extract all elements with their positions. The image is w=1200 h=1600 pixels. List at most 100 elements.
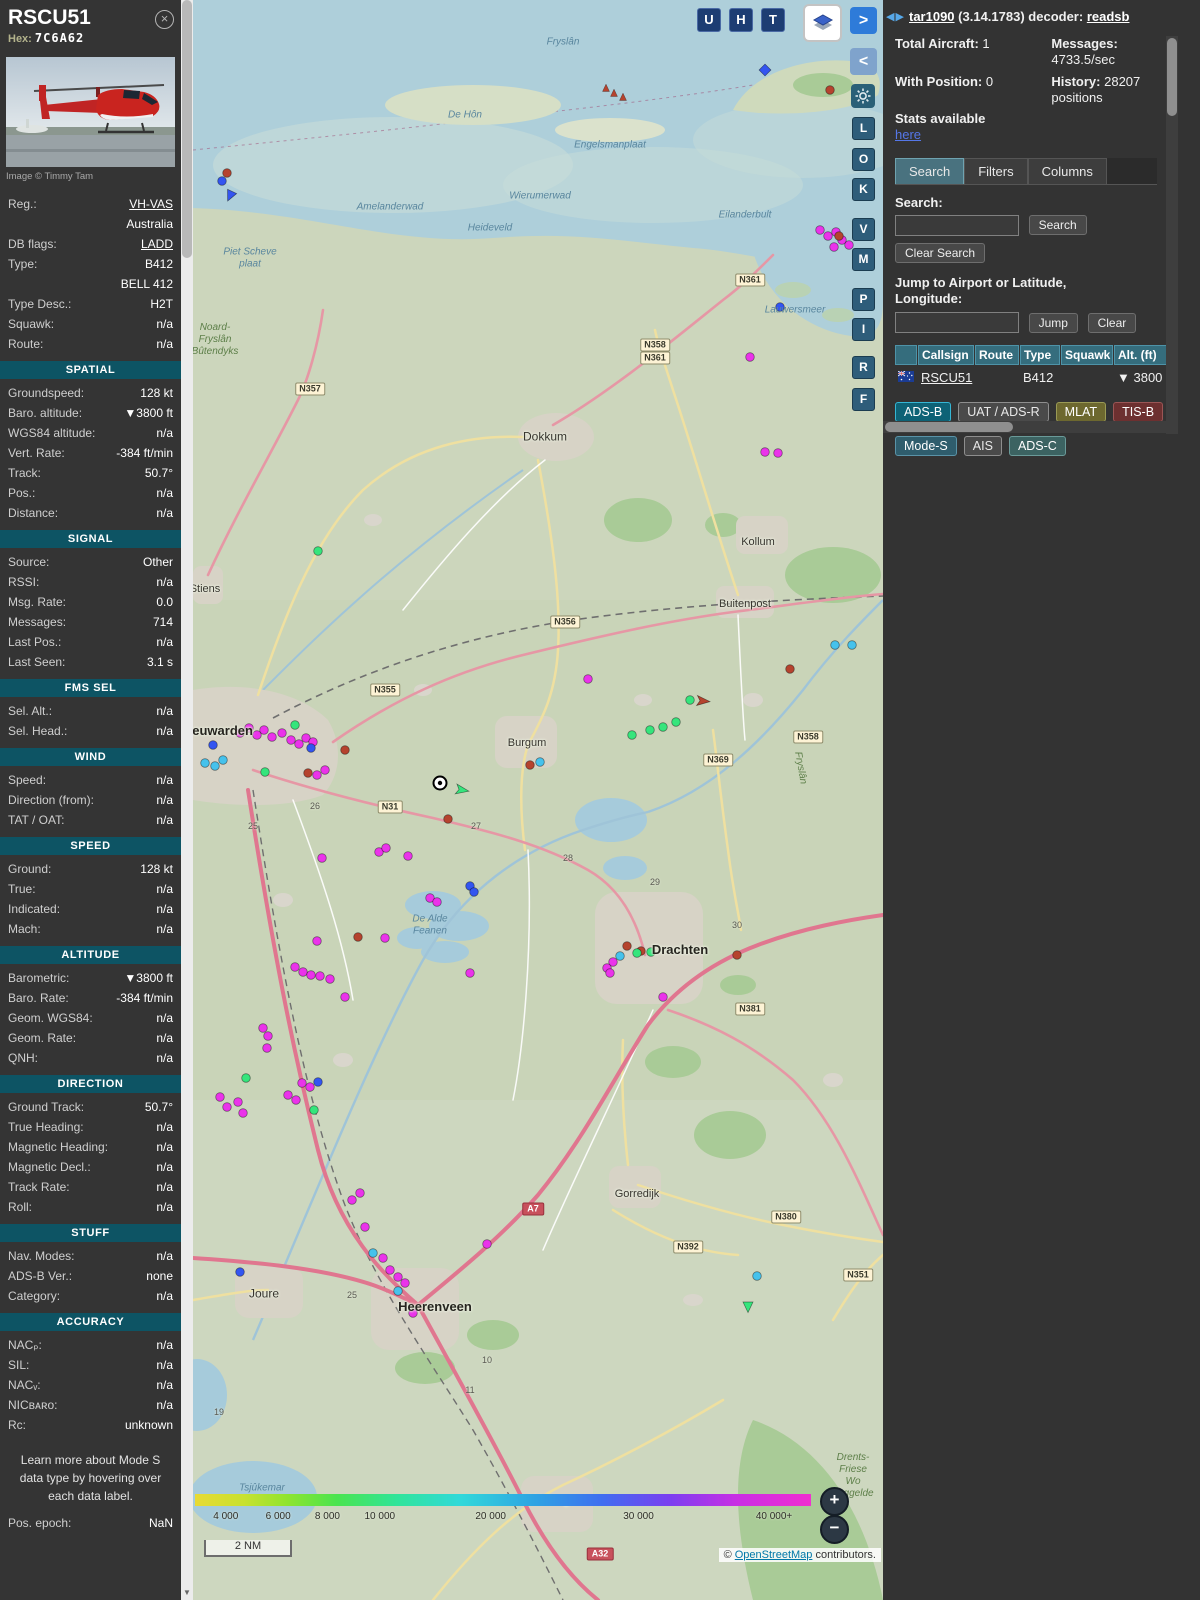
right-panel-hscrollbar[interactable] — [883, 421, 1166, 433]
aircraft-marker[interactable] — [355, 1188, 365, 1198]
next-aircraft-button[interactable]: > — [850, 7, 877, 34]
map-button-t[interactable]: T — [761, 8, 785, 32]
aircraft-marker[interactable] — [283, 1090, 293, 1100]
jump-input[interactable] — [895, 312, 1019, 333]
info-value-link[interactable]: LADD — [141, 236, 173, 252]
right-panel-vscrollbar[interactable] — [1166, 36, 1178, 434]
scrollbar-thumb[interactable] — [182, 0, 192, 258]
aircraft-marker[interactable] — [785, 664, 795, 674]
aircraft-marker[interactable] — [305, 1082, 315, 1092]
map[interactable]: LeeuwardenDokkumKollumBuitenpostStiensBu… — [193, 0, 883, 1600]
map-button-l[interactable]: L — [852, 117, 875, 140]
aircraft-marker[interactable] — [340, 745, 350, 755]
aircraft-marker[interactable] — [235, 728, 245, 738]
aircraft-marker[interactable] — [368, 1248, 378, 1258]
aircraft-marker[interactable] — [671, 717, 681, 727]
aircraft-marker[interactable] — [583, 674, 593, 684]
osm-link[interactable]: OpenStreetMap — [735, 1549, 813, 1561]
zoom-in-button[interactable]: + — [820, 1487, 849, 1516]
aircraft-marker[interactable] — [432, 897, 442, 907]
tab-filters[interactable]: Filters — [964, 157, 1028, 184]
readsb-link[interactable]: readsb — [1087, 9, 1130, 24]
aircraft-marker[interactable] — [535, 757, 545, 767]
filter-ads-c[interactable]: ADS-C — [1008, 436, 1066, 456]
aircraft-marker[interactable] — [303, 768, 313, 778]
aircraft-marker[interactable] — [235, 1267, 245, 1277]
aircraft-marker[interactable] — [627, 730, 637, 740]
aircraft-marker[interactable] — [306, 970, 316, 980]
aircraft-marker[interactable] — [294, 739, 304, 749]
filter-mode-s[interactable]: Mode-S — [895, 436, 957, 456]
aircraft-marker[interactable] — [830, 640, 840, 650]
aircraft-marker[interactable] — [238, 1108, 248, 1118]
aircraft-marker[interactable] — [658, 722, 668, 732]
search-input[interactable] — [895, 214, 1019, 236]
aircraft-marker[interactable] — [267, 732, 277, 742]
zoom-out-button[interactable]: − — [820, 1515, 849, 1544]
aircraft-marker[interactable] — [277, 728, 287, 738]
map-button-f[interactable]: F — [852, 388, 875, 411]
tab-search[interactable]: Search — [895, 157, 965, 184]
left-panel-scrollbar[interactable]: ▼ — [181, 0, 193, 1600]
aircraft-marker[interactable] — [632, 948, 642, 958]
filter-ais[interactable]: AIS — [963, 436, 1002, 456]
aircraft-marker[interactable] — [847, 640, 857, 650]
aircraft-marker[interactable] — [605, 968, 615, 978]
column-header-squawk[interactable]: Squawk — [1061, 345, 1113, 365]
prev-aircraft-button[interactable]: < — [850, 48, 877, 75]
aircraft-marker[interactable] — [380, 933, 390, 943]
aircraft-marker[interactable] — [773, 448, 783, 458]
aircraft-marker[interactable] — [215, 1092, 225, 1102]
aircraft-marker[interactable] — [222, 168, 232, 178]
aircraft-marker[interactable] — [244, 723, 254, 733]
aircraft-marker[interactable] — [622, 941, 632, 951]
column-header-type[interactable]: Type — [1020, 345, 1060, 365]
column-header-callsign[interactable]: Callsign — [918, 345, 974, 365]
aircraft-marker[interactable] — [658, 992, 668, 1002]
clear-search-button[interactable]: Clear Search — [895, 242, 986, 263]
callsign-cell[interactable]: RSCU51 — [918, 368, 974, 388]
tar1090-link[interactable]: tar1090 — [909, 9, 955, 24]
aircraft-marker[interactable] — [760, 447, 770, 457]
aircraft-marker[interactable] — [393, 1272, 403, 1282]
aircraft-marker[interactable] — [443, 814, 453, 824]
aircraft-marker[interactable] — [815, 225, 825, 235]
aircraft-marker[interactable] — [217, 176, 227, 186]
aircraft-marker[interactable] — [646, 947, 656, 957]
aircraft-marker[interactable] — [306, 743, 316, 753]
filter-uat-ads-r[interactable]: UAT / ADS-R — [958, 402, 1049, 422]
settings-button[interactable] — [851, 84, 875, 108]
aircraft-marker[interactable] — [829, 242, 839, 252]
table-row[interactable]: RSCU51 B412 ▼ 3800 — [895, 368, 1178, 388]
scroll-down-icon[interactable]: ▼ — [181, 1586, 193, 1600]
aircraft-marker[interactable] — [290, 962, 300, 972]
filter-ads-b[interactable]: ADS-B — [895, 402, 952, 422]
aircraft-marker[interactable] — [313, 1077, 323, 1087]
aircraft-marker[interactable] — [685, 695, 695, 705]
aircraft-marker[interactable] — [260, 767, 270, 777]
aircraft-marker[interactable] — [745, 352, 755, 362]
aircraft-marker[interactable] — [297, 1078, 307, 1088]
aircraft-marker[interactable] — [525, 760, 535, 770]
aircraft-marker[interactable] — [732, 950, 742, 960]
aircraft-marker[interactable] — [400, 1278, 410, 1288]
stats-here-link[interactable]: here — [895, 127, 921, 142]
aircraft-marker[interactable] — [210, 761, 220, 771]
aircraft-marker[interactable] — [222, 1102, 232, 1112]
aircraft-marker[interactable] — [309, 1105, 319, 1115]
aircraft-marker[interactable] — [360, 1222, 370, 1232]
map-button-o[interactable]: O — [852, 148, 875, 171]
aircraft-marker[interactable] — [465, 968, 475, 978]
aircraft-marker[interactable] — [469, 887, 479, 897]
aircraft-marker[interactable] — [775, 302, 785, 312]
map-button-p[interactable]: P — [852, 288, 875, 311]
map-button-m[interactable]: M — [852, 248, 875, 271]
search-button[interactable]: Search — [1028, 215, 1087, 235]
map-button-i[interactable]: I — [852, 318, 875, 341]
column-header-route[interactable]: Route — [975, 345, 1019, 365]
aircraft-marker[interactable] — [325, 974, 335, 984]
scrollbar-thumb[interactable] — [885, 422, 1013, 432]
close-icon[interactable]: × — [155, 10, 174, 29]
map-button-h[interactable]: H — [729, 8, 753, 32]
aircraft-marker[interactable] — [317, 853, 327, 863]
